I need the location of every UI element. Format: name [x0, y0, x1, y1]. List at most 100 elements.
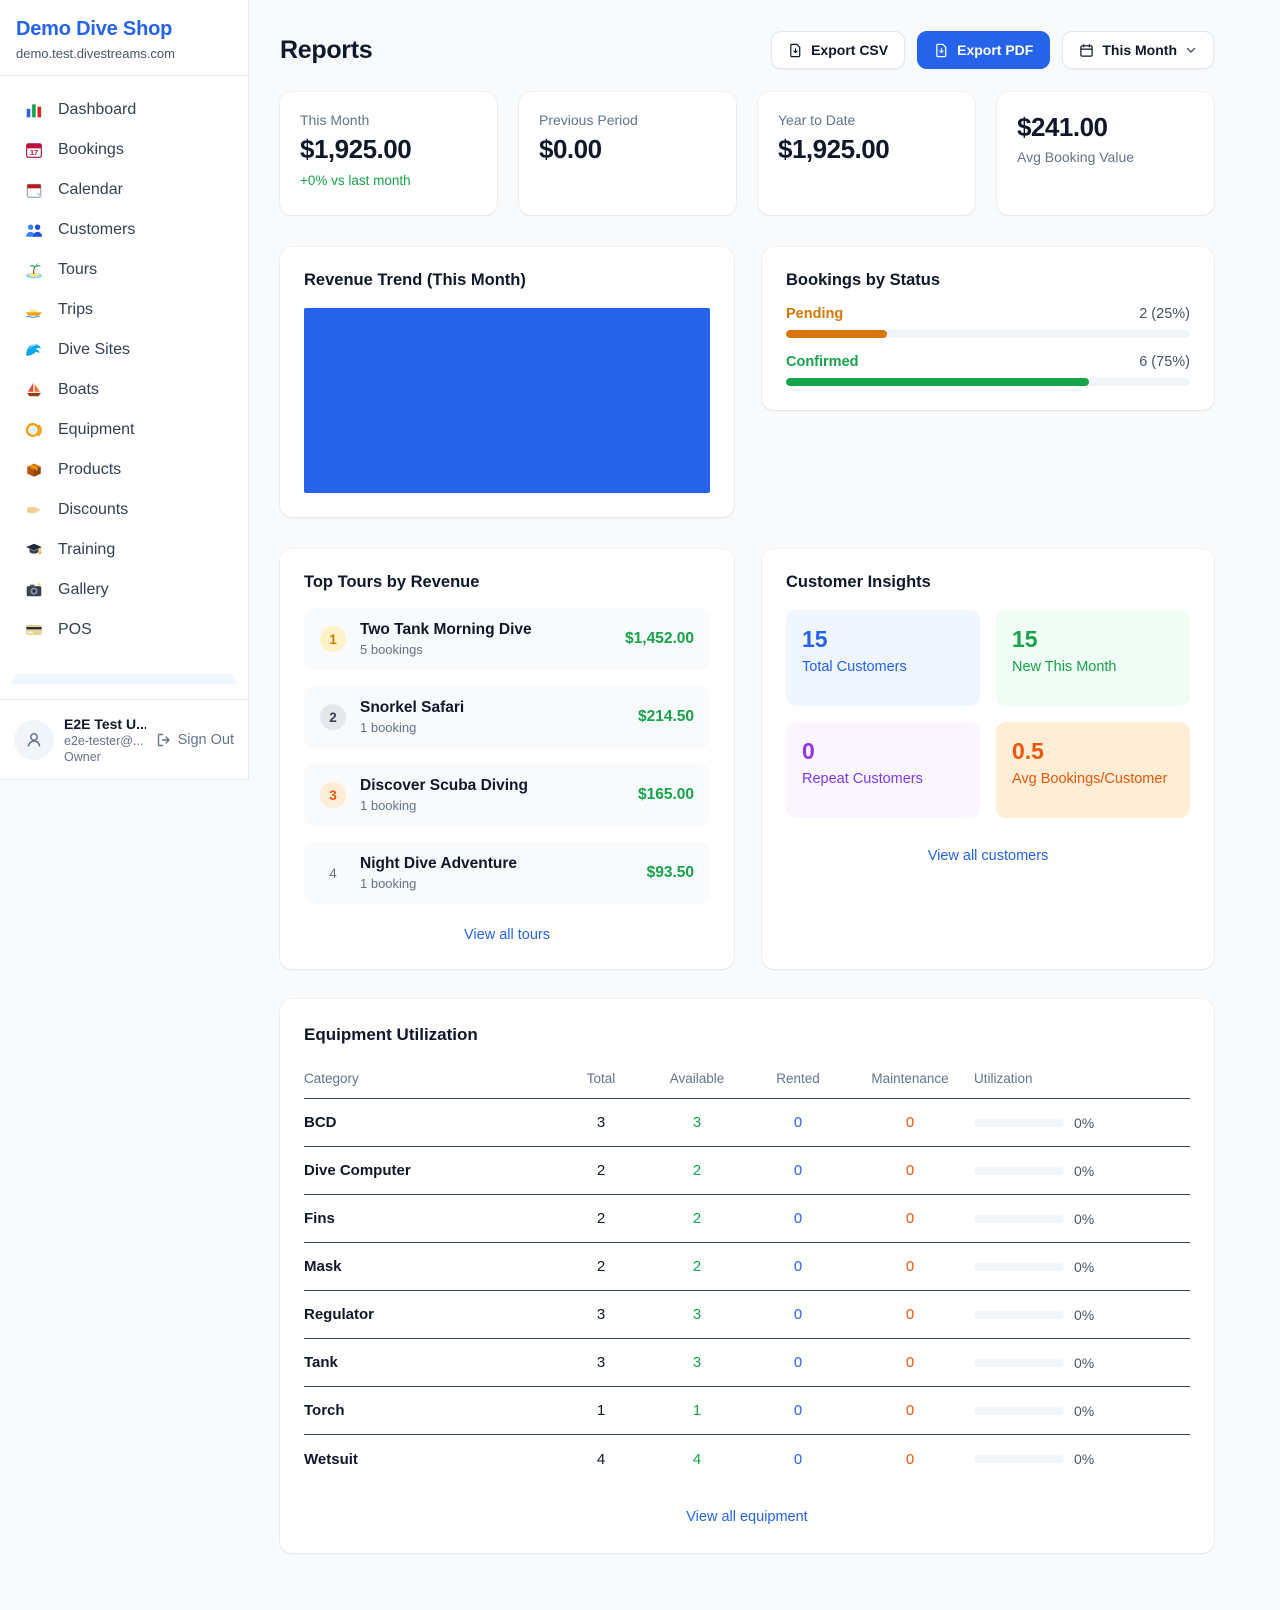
tile-value: 0.5: [1012, 738, 1174, 765]
equipment-category: Mask: [304, 1258, 558, 1275]
sidebar-item-label: Bookings: [58, 141, 124, 159]
table-row: Wetsuit 4 4 0 0 0%: [304, 1435, 1190, 1483]
sidebar-item-label: Products: [58, 461, 121, 479]
sidebar-item-dive-sites[interactable]: Dive Sites: [12, 330, 236, 370]
bookings-by-status-card: Bookings by Status Pending 2 (25%) Confi…: [762, 247, 1214, 410]
stat-value: $1,925.00: [300, 134, 477, 165]
diving-mask-icon: [24, 420, 44, 440]
stat-value: $0.00: [539, 134, 716, 165]
sidebar-nav: Dashboard 17 Bookings Calendar Customers: [0, 76, 248, 684]
equipment-category: BCD: [304, 1114, 558, 1131]
sidebar-item-equipment[interactable]: Equipment: [12, 410, 236, 450]
equipment-table: Category Total Available Rented Maintena…: [304, 1061, 1190, 1483]
equipment-total: 1: [558, 1402, 644, 1419]
status-bar-track: [786, 330, 1190, 338]
sidebar-item-gallery[interactable]: Gallery: [12, 570, 236, 610]
tile-value: 15: [1012, 626, 1174, 653]
sidebar-item-customers[interactable]: Customers: [12, 210, 236, 250]
tour-revenue: $93.50: [647, 864, 694, 882]
period-selector[interactable]: This Month: [1062, 31, 1214, 69]
equipment-maintenance: 0: [846, 1258, 974, 1275]
stat-value: $1,925.00: [778, 134, 955, 165]
tear-off-calendar-icon: [24, 180, 44, 200]
sailboat-icon: [24, 380, 44, 400]
sidebar-item-active-partial[interactable]: [12, 674, 236, 684]
col-utilization: Utilization: [974, 1071, 1190, 1086]
sidebar-item-discounts[interactable]: Discounts: [12, 490, 236, 530]
view-all-customers-link[interactable]: View all customers: [786, 848, 1190, 864]
sidebar-item-training[interactable]: Training: [12, 530, 236, 570]
equipment-rented: 0: [750, 1354, 846, 1371]
export-csv-button[interactable]: Export CSV: [771, 31, 905, 69]
tour-row: 4 Night Dive Adventure 1 booking $93.50: [304, 842, 710, 904]
view-all-equipment-link[interactable]: View all equipment: [304, 1509, 1190, 1525]
equipment-category: Wetsuit: [304, 1451, 558, 1468]
tour-revenue: $214.50: [638, 708, 694, 726]
status-label: Confirmed: [786, 354, 859, 370]
view-all-tours-link[interactable]: View all tours: [280, 927, 734, 943]
equipment-utilization-cell: 0%: [974, 1403, 1190, 1419]
revenue-trend-title: Revenue Trend (This Month): [304, 271, 710, 290]
equipment-category: Regulator: [304, 1306, 558, 1323]
status-bar-fill: [786, 378, 1089, 386]
utilization-bar-track: [974, 1167, 1064, 1175]
equipment-utilization-cell: 0%: [974, 1307, 1190, 1323]
shop-domain: demo.test.divestreams.com: [16, 46, 232, 61]
sidebar-item-boats[interactable]: Boats: [12, 370, 236, 410]
sidebar-item-pos[interactable]: POS: [12, 610, 236, 650]
tour-name: Discover Scuba Diving: [360, 777, 528, 795]
status-label: Pending: [786, 306, 843, 322]
insight-tile-repeat-customers: 0 Repeat Customers: [786, 722, 980, 818]
equipment-rented: 0: [750, 1306, 846, 1323]
equipment-utilization-cell: 0%: [974, 1355, 1190, 1371]
camera-icon: [24, 580, 44, 600]
customer-insights-title: Customer Insights: [786, 573, 1190, 592]
sidebar-item-label: Customers: [58, 221, 135, 239]
sidebar-item-calendar[interactable]: Calendar: [12, 170, 236, 210]
stat-label: Avg Booking Value: [1017, 149, 1194, 165]
equipment-maintenance: 0: [846, 1114, 974, 1131]
sidebar-item-bookings[interactable]: 17 Bookings: [12, 130, 236, 170]
equipment-maintenance: 0: [846, 1306, 974, 1323]
tour-name: Two Tank Morning Dive: [360, 621, 532, 639]
tour-name: Night Dive Adventure: [360, 855, 517, 873]
export-csv-label: Export CSV: [811, 42, 888, 58]
equipment-category: Torch: [304, 1402, 558, 1419]
status-count: 2 (25%): [1139, 306, 1190, 322]
equipment-maintenance: 0: [846, 1162, 974, 1179]
tour-bookings: 5 bookings: [360, 642, 532, 657]
utilization-percent: 0%: [1074, 1211, 1094, 1227]
sidebar-item-label: Discounts: [58, 501, 128, 519]
equipment-rented: 0: [750, 1258, 846, 1275]
col-category: Category: [304, 1071, 558, 1086]
sign-out-button[interactable]: Sign Out: [156, 732, 234, 748]
tour-row: 1 Two Tank Morning Dive 5 bookings $1,45…: [304, 608, 710, 670]
col-maintenance: Maintenance: [846, 1071, 974, 1086]
person-icon: [24, 730, 44, 750]
stat-card-year-to-date: Year to Date $1,925.00: [758, 92, 975, 215]
utilization-percent: 0%: [1074, 1403, 1094, 1419]
export-pdf-button[interactable]: Export PDF: [917, 31, 1050, 69]
avatar: [14, 720, 54, 760]
insight-tile-total-customers: 15 Total Customers: [786, 610, 980, 706]
sidebar-item-label: Dashboard: [58, 101, 136, 119]
sidebar-item-tours[interactable]: Tours: [12, 250, 236, 290]
sidebar-item-trips[interactable]: Trips: [12, 290, 236, 330]
table-row: BCD 3 3 0 0 0%: [304, 1099, 1190, 1147]
equipment-category: Fins: [304, 1210, 558, 1227]
tile-value: 15: [802, 626, 964, 653]
table-row: Regulator 3 3 0 0 0%: [304, 1291, 1190, 1339]
equipment-total: 3: [558, 1306, 644, 1323]
tile-label: Repeat Customers: [802, 771, 964, 787]
rank-badge: 1: [320, 626, 346, 652]
customer-insights-card: Customer Insights 15 Total Customers 15 …: [762, 549, 1214, 969]
sidebar-item-products[interactable]: Products: [12, 450, 236, 490]
utilization-percent: 0%: [1074, 1259, 1094, 1275]
rank-badge: 2: [320, 704, 346, 730]
package-icon: [24, 460, 44, 480]
tile-label: Total Customers: [802, 659, 964, 675]
col-total: Total: [558, 1071, 644, 1086]
sidebar-item-dashboard[interactable]: Dashboard: [12, 90, 236, 130]
revenue-trend-chart: [304, 308, 710, 493]
equipment-rented: 0: [750, 1451, 846, 1468]
